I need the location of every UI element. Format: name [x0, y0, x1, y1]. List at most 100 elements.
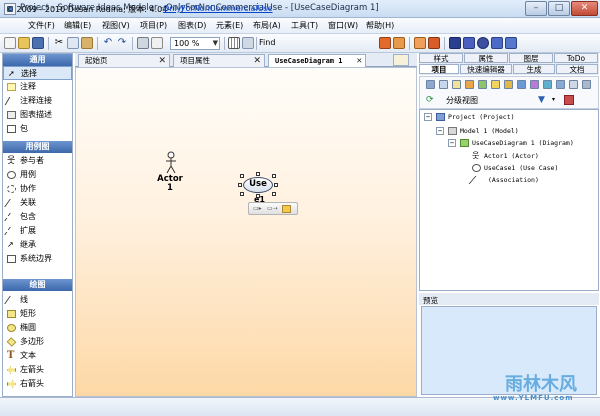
collapse-icon[interactable]: − — [424, 113, 432, 121]
refresh-icon[interactable] — [582, 80, 591, 89]
reverse-engineer-icon[interactable] — [428, 37, 440, 49]
palette-section-usecase[interactable]: 用例图 — [3, 141, 72, 153]
menu-edit[interactable]: 编辑(E) — [64, 20, 91, 31]
menu-element[interactable]: 元素(E) — [216, 20, 243, 31]
tab-style[interactable]: 样式 — [419, 53, 463, 63]
tab-start-page[interactable]: 起始页 ✕ — [78, 54, 170, 67]
palette-section-general[interactable]: 通用 — [3, 54, 72, 66]
palette-section-drawing[interactable]: 绘图 — [3, 279, 72, 291]
print-preview-icon[interactable] — [151, 37, 163, 49]
menu-window[interactable]: 窗口(W) — [328, 20, 358, 31]
view-mode-select[interactable]: 分级视图 — [446, 95, 546, 106]
actor-shape[interactable] — [164, 151, 178, 175]
palette-item-line[interactable]: 线 — [3, 293, 72, 307]
zoom-select[interactable]: 100 % ▼ — [170, 37, 220, 50]
tab-project-properties[interactable]: 项目属性 ✕ — [173, 54, 265, 67]
folder-icon[interactable] — [491, 80, 500, 89]
open-folder-icon[interactable] — [18, 37, 30, 49]
maximize-button[interactable]: □ — [548, 1, 570, 16]
palette-item-note-link[interactable]: 注释连接 — [3, 94, 72, 108]
sort-icon[interactable] — [564, 95, 574, 105]
align-icon[interactable] — [242, 37, 254, 49]
diagram-icon[interactable] — [517, 80, 526, 89]
undo-icon[interactable]: ↶ — [102, 37, 114, 49]
minimize-button[interactable]: – — [525, 1, 547, 16]
package-icon[interactable] — [504, 80, 513, 89]
view-icon[interactable] — [556, 80, 565, 89]
palette-item-usecase[interactable]: 用例 — [3, 168, 72, 182]
close-icon[interactable]: ✕ — [253, 55, 261, 67]
tab-quick-editor[interactable]: 快速编辑器 — [460, 64, 512, 74]
palette-item-note[interactable]: 注释 — [3, 80, 72, 94]
tab-generate[interactable]: 生成 — [513, 64, 555, 74]
menu-layout[interactable]: 布局(A) — [253, 20, 281, 31]
palette-item-diagram-description[interactable]: 图表描述 — [3, 108, 72, 122]
tab-properties[interactable]: 属性 — [464, 53, 508, 63]
arrange-icon[interactable] — [463, 37, 475, 49]
connect-icon[interactable]: ▭▸ — [253, 205, 262, 212]
print-icon[interactable] — [137, 37, 149, 49]
menu-view[interactable]: 视图(V) — [102, 20, 130, 31]
redo-icon[interactable]: ↷ — [116, 37, 128, 49]
palette-item-actor[interactable]: 웃 参与者 — [3, 154, 72, 168]
document-icon[interactable] — [569, 80, 578, 89]
palette-item-left-arrow[interactable]: 左箭头 — [3, 363, 72, 377]
refresh-icon[interactable]: ⟳ — [426, 95, 437, 105]
palette-item-include[interactable]: 包含 — [3, 210, 72, 224]
connect-dashed-icon[interactable]: ▭⇢ — [267, 205, 278, 212]
settings-icon[interactable] — [477, 37, 489, 49]
palette-item-rectangle[interactable]: 矩形 — [3, 307, 72, 321]
copy-icon[interactable] — [67, 37, 79, 49]
actor-label[interactable]: Actor 1 — [150, 175, 190, 193]
element-icon[interactable] — [543, 80, 552, 89]
palette-item-select[interactable]: ➚ 选择 — [3, 66, 72, 80]
close-button[interactable]: ✕ — [571, 1, 598, 16]
tab-project[interactable]: 项目 — [419, 64, 459, 74]
chevron-down-icon[interactable]: ▾ — [552, 96, 555, 103]
layout-icon[interactable] — [449, 37, 461, 49]
close-icon[interactable]: ✕ — [357, 55, 362, 67]
cut-icon[interactable]: ✂ — [53, 37, 65, 49]
tab-documentation[interactable]: 文档 — [556, 64, 598, 74]
class-icon[interactable] — [465, 80, 474, 89]
new-file-icon[interactable] — [4, 37, 16, 49]
collapse-icon[interactable]: − — [436, 127, 444, 135]
project-tree[interactable]: − Project (Project) − Model 1 (Model) − … — [419, 109, 599, 291]
menu-tools[interactable]: 工具(T) — [291, 20, 318, 31]
find-label[interactable]: Find — [259, 38, 275, 47]
menu-help[interactable]: 帮助(H) — [366, 20, 394, 31]
resize-handle[interactable] — [240, 192, 244, 196]
collapse-icon[interactable]: − — [448, 139, 456, 147]
add-icon[interactable] — [426, 80, 435, 89]
paste-icon[interactable] — [81, 37, 93, 49]
menu-project[interactable]: 项目(P) — [140, 20, 167, 31]
grid-icon[interactable] — [228, 37, 240, 49]
model-icon[interactable] — [478, 80, 487, 89]
tab-layers[interactable]: 图层 — [509, 53, 553, 63]
component-icon[interactable] — [530, 80, 539, 89]
palette-item-right-arrow[interactable]: 右箭头 — [3, 377, 72, 391]
preview-label[interactable]: 预览 — [423, 295, 438, 306]
note-icon[interactable] — [452, 80, 461, 89]
resize-handle[interactable] — [238, 183, 242, 187]
palette-item-association[interactable]: 关联 — [3, 196, 72, 210]
remove-icon[interactable] — [439, 80, 448, 89]
tab-todo[interactable]: ToDo — [554, 53, 598, 63]
resize-handle[interactable] — [256, 172, 260, 176]
export-icon[interactable] — [379, 37, 391, 49]
style-icon[interactable] — [282, 205, 291, 213]
close-icon[interactable]: ✕ — [158, 55, 166, 67]
resize-handle[interactable] — [274, 183, 278, 187]
import-icon[interactable] — [393, 37, 405, 49]
palette-item-package[interactable]: 包 — [3, 122, 72, 136]
palette-item-extend[interactable]: 扩展 — [3, 224, 72, 238]
palette-item-polygon[interactable]: 多边形 — [3, 335, 72, 349]
usecase-shape[interactable]: Use — [243, 177, 273, 193]
menu-file[interactable]: 文件(F) — [28, 20, 55, 31]
resize-handle[interactable] — [272, 174, 276, 178]
palette-item-generalization[interactable]: ↗ 继承 — [3, 238, 72, 252]
save-icon[interactable] — [32, 37, 44, 49]
style-icon[interactable] — [491, 37, 503, 49]
palette-item-collaboration[interactable]: 协作 — [3, 182, 72, 196]
diagram-canvas[interactable]: Actor 1 Use e1 ▭▸ ▭⇢ — [75, 67, 417, 397]
